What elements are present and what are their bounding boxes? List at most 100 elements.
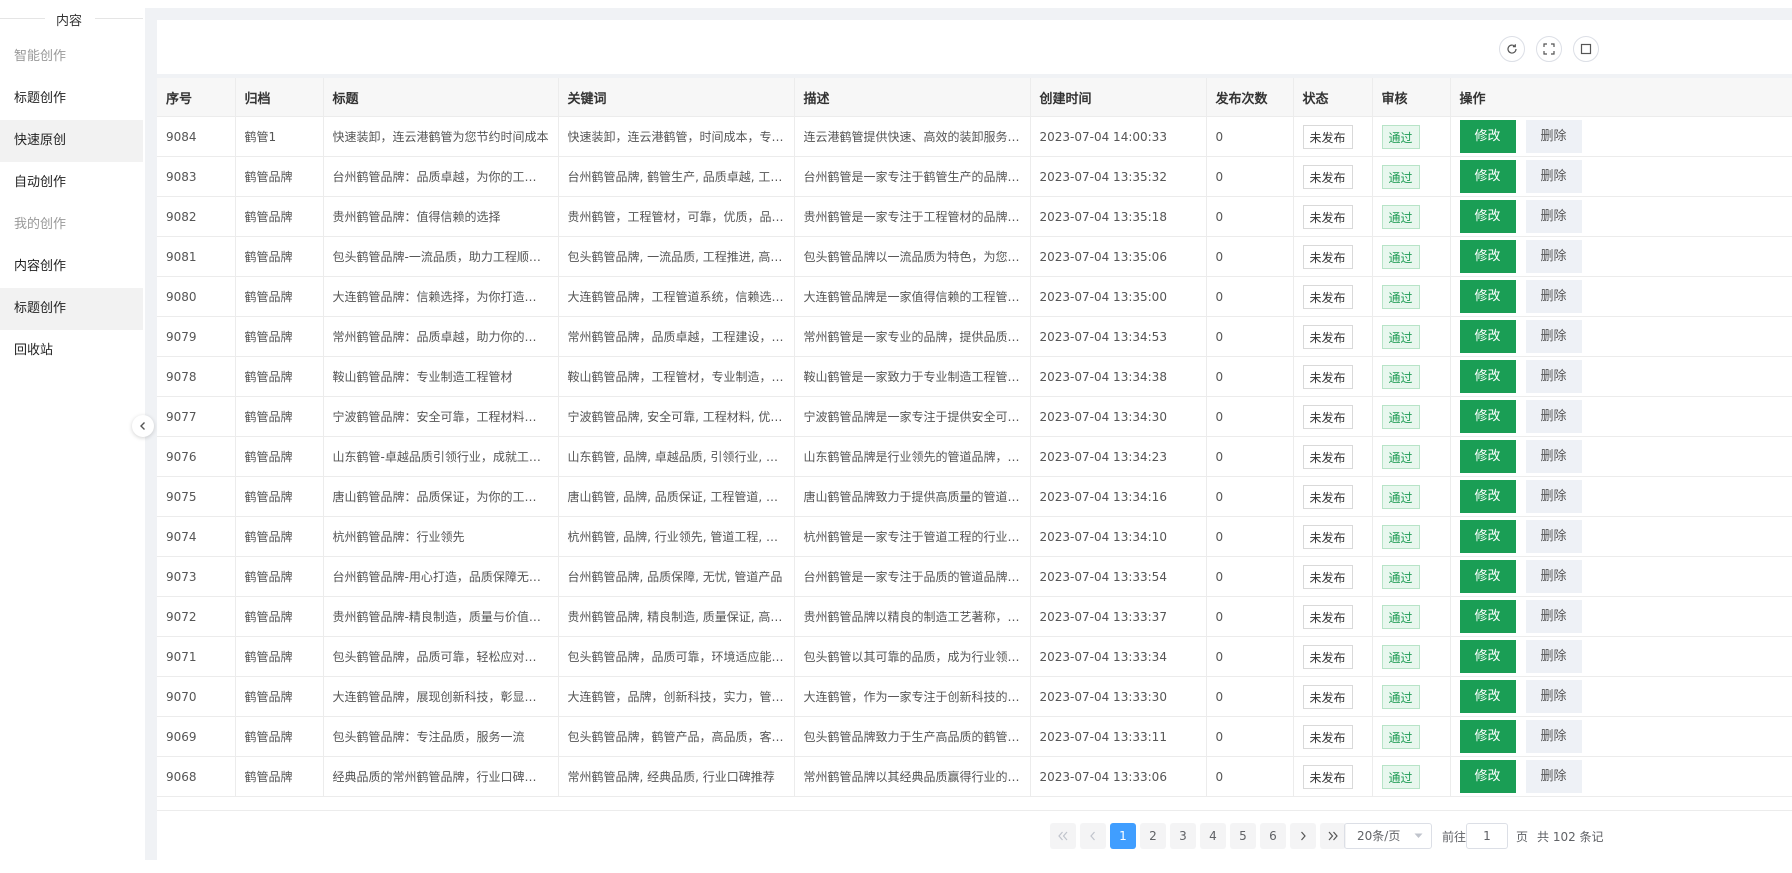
review-badge: 通过 xyxy=(1381,764,1420,789)
edit-button[interactable]: 修改 xyxy=(1459,360,1516,393)
cell-count: 0 xyxy=(1206,436,1294,477)
status-badge: 未发布 xyxy=(1302,484,1353,509)
cell-status: 未发布 xyxy=(1293,356,1373,397)
cell-desc: 台州鹤管是一家专注于品质的管道品牌，... xyxy=(794,556,1031,597)
collapse-sidebar-button[interactable] xyxy=(132,415,154,437)
cell-review: 通过 xyxy=(1372,196,1451,237)
delete-button[interactable]: 删除 xyxy=(1525,120,1582,153)
edit-button[interactable]: 修改 xyxy=(1459,200,1516,233)
next-page-button[interactable] xyxy=(1290,823,1316,849)
prev-page-button[interactable] xyxy=(1080,823,1106,849)
cell-keywords: 大连鹤管，品牌，创新科技，实力，管道... xyxy=(558,676,795,717)
column-header: 状态 xyxy=(1293,78,1373,117)
page-3-button[interactable]: 3 xyxy=(1170,823,1196,849)
page-2-button[interactable]: 2 xyxy=(1140,823,1166,849)
page-4-button[interactable]: 4 xyxy=(1200,823,1226,849)
chevron-left-icon xyxy=(140,422,145,430)
sidebar-item[interactable]: 标题创作 xyxy=(0,288,143,330)
table-toolbar xyxy=(157,20,1792,74)
edit-button[interactable]: 修改 xyxy=(1459,520,1516,553)
delete-button[interactable]: 删除 xyxy=(1525,320,1582,353)
cell-count: 0 xyxy=(1206,596,1294,637)
edit-button[interactable]: 修改 xyxy=(1459,680,1516,713)
delete-button[interactable]: 删除 xyxy=(1525,720,1582,753)
sidebar-item[interactable]: 标题创作 xyxy=(0,78,143,120)
cell-id: 9084 xyxy=(157,116,236,157)
edit-button[interactable]: 修改 xyxy=(1459,320,1516,353)
delete-button[interactable]: 删除 xyxy=(1525,160,1582,193)
page-size-select[interactable]: 20条/页 xyxy=(1344,823,1432,849)
first-page-button[interactable] xyxy=(1050,823,1076,849)
edit-button[interactable]: 修改 xyxy=(1459,600,1516,633)
review-badge: 通过 xyxy=(1381,484,1420,509)
edit-button[interactable]: 修改 xyxy=(1459,760,1516,793)
cell-keywords: 宁波鹤管品牌, 安全可靠, 工程材料, 优质... xyxy=(558,396,795,437)
edit-button[interactable]: 修改 xyxy=(1459,400,1516,433)
delete-button[interactable]: 删除 xyxy=(1525,520,1582,553)
cell-keywords: 包头鹤管品牌，品质可靠，环境适应能力... xyxy=(558,636,795,677)
delete-button[interactable]: 删除 xyxy=(1525,440,1582,473)
delete-button[interactable]: 删除 xyxy=(1525,560,1582,593)
sidebar-item[interactable]: 自动创作 xyxy=(0,162,143,204)
goto-prefix: 前往 xyxy=(1442,830,1467,844)
column-settings-button[interactable] xyxy=(1573,36,1599,62)
sidebar-item[interactable]: 内容创作 xyxy=(0,246,143,288)
status-badge: 未发布 xyxy=(1302,524,1353,549)
edit-button[interactable]: 修改 xyxy=(1459,560,1516,593)
cell-time: 2023-07-04 13:34:23 xyxy=(1030,436,1207,477)
delete-button[interactable]: 删除 xyxy=(1525,760,1582,793)
cell-count: 0 xyxy=(1206,196,1294,237)
edit-button[interactable]: 修改 xyxy=(1459,240,1516,273)
edit-button[interactable]: 修改 xyxy=(1459,120,1516,153)
delete-button[interactable]: 删除 xyxy=(1525,400,1582,433)
edit-button[interactable]: 修改 xyxy=(1459,160,1516,193)
page-5-button[interactable]: 5 xyxy=(1230,823,1256,849)
cell-status: 未发布 xyxy=(1293,276,1373,317)
refresh-button[interactable] xyxy=(1499,36,1525,62)
cell-title: 包头鹤管品牌-一流品质，助力工程顺利... xyxy=(323,236,559,277)
cell-title: 宁波鹤管品牌：安全可靠，工程材料优质... xyxy=(323,396,559,437)
delete-button[interactable]: 删除 xyxy=(1525,680,1582,713)
delete-button[interactable]: 删除 xyxy=(1525,480,1582,513)
cell-status: 未发布 xyxy=(1293,436,1373,477)
fullscreen-icon xyxy=(1543,43,1555,55)
delete-button[interactable]: 删除 xyxy=(1525,200,1582,233)
edit-button[interactable]: 修改 xyxy=(1459,280,1516,313)
cell-review: 通过 xyxy=(1372,596,1451,637)
table-row: 9075 鹤管品牌 唐山鹤管品牌：品质保证，为你的工程保... 唐山鹤管, 品牌, 品… xyxy=(157,476,1792,517)
delete-button[interactable]: 删除 xyxy=(1525,280,1582,313)
cell-status: 未发布 xyxy=(1293,316,1373,357)
cell-keywords: 常州鹤管品牌, 经典品质, 行业口碑推荐 xyxy=(558,756,795,797)
delete-button[interactable]: 删除 xyxy=(1525,240,1582,273)
sidebar-item[interactable]: 快速原创 xyxy=(0,120,143,162)
review-badge: 通过 xyxy=(1381,604,1420,629)
cell-archive: 鹤管品牌 xyxy=(235,636,324,677)
cell-desc: 宁波鹤管品牌是一家专注于提供安全可靠... xyxy=(794,396,1031,437)
goto-page-input[interactable]: 1 xyxy=(1466,823,1508,849)
page-6-button[interactable]: 6 xyxy=(1260,823,1286,849)
cell-desc: 鞍山鹤管是一家致力于专业制造工程管材... xyxy=(794,356,1031,397)
edit-button[interactable]: 修改 xyxy=(1459,720,1516,753)
cell-review: 通过 xyxy=(1372,316,1451,357)
edit-button[interactable]: 修改 xyxy=(1459,440,1516,473)
page-1-button[interactable]: 1 xyxy=(1110,823,1136,849)
cell-keywords: 山东鹤管, 品牌, 卓越品质, 引领行业, 工程... xyxy=(558,436,795,477)
table-row: 9079 鹤管品牌 常州鹤管品牌：品质卓越，助力你的工程... 常州鹤管品牌，品质卓越… xyxy=(157,316,1792,357)
cell-count: 0 xyxy=(1206,356,1294,397)
cell-actions: 修改 删除 xyxy=(1450,516,1792,557)
edit-button[interactable]: 修改 xyxy=(1459,480,1516,513)
fullscreen-button[interactable] xyxy=(1536,36,1562,62)
cell-actions: 修改 删除 xyxy=(1450,276,1792,317)
review-badge: 通过 xyxy=(1381,244,1420,269)
cell-time: 2023-07-04 13:34:38 xyxy=(1030,356,1207,397)
cell-archive: 鹤管品牌 xyxy=(235,436,324,477)
last-page-button[interactable] xyxy=(1320,823,1346,849)
delete-button[interactable]: 删除 xyxy=(1525,600,1582,633)
edit-button[interactable]: 修改 xyxy=(1459,640,1516,673)
delete-button[interactable]: 删除 xyxy=(1525,360,1582,393)
table-header: 序号 归档 标题 关键词 描述 创建时间 发布次数 状态 审核 操作 xyxy=(157,78,1792,117)
delete-button[interactable]: 删除 xyxy=(1525,640,1582,673)
sidebar-item[interactable]: 回收站 xyxy=(0,330,143,372)
cell-archive: 鹤管品牌 xyxy=(235,716,324,757)
cell-review: 通过 xyxy=(1372,236,1451,277)
